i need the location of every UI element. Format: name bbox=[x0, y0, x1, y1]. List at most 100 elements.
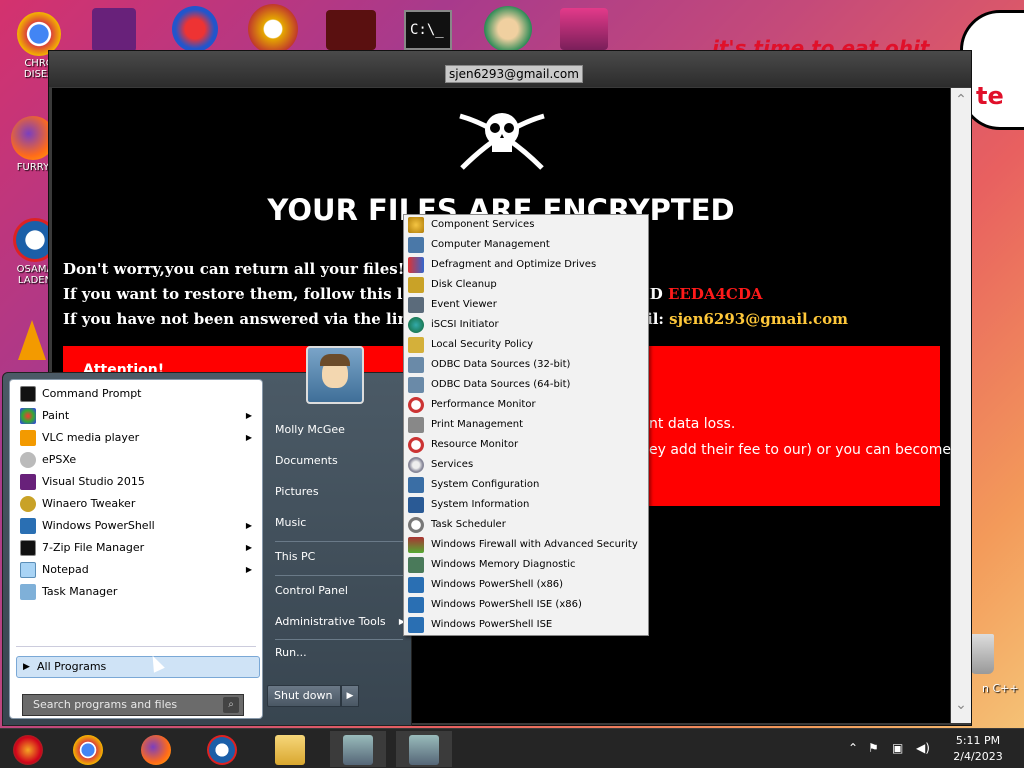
all-programs-button[interactable]: ▶ All Programs bbox=[16, 656, 260, 678]
clock[interactable]: 5:11 PM 2/4/2023 bbox=[948, 733, 1008, 765]
powershell-ise-icon bbox=[408, 597, 424, 613]
services-gear-icon bbox=[408, 457, 424, 473]
app-red-logo-icon[interactable] bbox=[326, 10, 376, 50]
admin-defragment[interactable]: Defragment and Optimize Drives bbox=[406, 255, 646, 275]
program-command-prompt[interactable]: Command Prompt bbox=[14, 383, 260, 405]
command-prompt-icon[interactable]: C:\_ bbox=[404, 10, 452, 50]
app-2-icon[interactable] bbox=[172, 6, 218, 52]
admin-resource-monitor[interactable]: Resource Monitor bbox=[406, 435, 646, 455]
scroll-down-icon[interactable]: ⌄ bbox=[951, 697, 971, 713]
admin-odbc-32[interactable]: ODBC Data Sources (32-bit) bbox=[406, 355, 646, 375]
window-titlebar[interactable]: sjen6293@gmail.com bbox=[49, 51, 971, 87]
admin-powershell-x86[interactable]: Windows PowerShell (x86) bbox=[406, 575, 646, 595]
link-pictures[interactable]: Pictures bbox=[275, 485, 319, 498]
link-documents[interactable]: Documents bbox=[275, 454, 338, 467]
submenu-arrow-icon: ▶ bbox=[245, 411, 252, 420]
program-vlc[interactable]: VLC media player ▶ bbox=[14, 427, 260, 449]
program-notepad[interactable]: Notepad ▶ bbox=[14, 559, 260, 581]
action-center-flag-icon[interactable]: ⚑ bbox=[868, 741, 879, 755]
iscsi-icon bbox=[408, 317, 424, 333]
7zip-icon bbox=[20, 540, 36, 556]
admin-system-configuration[interactable]: System Configuration bbox=[406, 475, 646, 495]
vlc-desktop-icon[interactable] bbox=[18, 320, 46, 360]
avatar-hair bbox=[320, 354, 350, 366]
admin-windows-firewall[interactable]: Windows Firewall with Advanced Security bbox=[406, 535, 646, 555]
taskbar-admin-tools[interactable] bbox=[330, 731, 386, 767]
taskbar-firefox[interactable] bbox=[128, 731, 184, 767]
admin-powershell-ise[interactable]: Windows PowerShell ISE bbox=[406, 615, 646, 635]
program-powershell[interactable]: Windows PowerShell ▶ bbox=[14, 515, 260, 537]
bubble-text-2: te bbox=[976, 82, 1004, 110]
defragment-icon bbox=[408, 257, 424, 273]
network-icon[interactable]: ▣ bbox=[892, 741, 903, 755]
powershell-ise-icon bbox=[408, 617, 424, 633]
recycle-bin-icon[interactable] bbox=[970, 634, 994, 674]
admin-task-scheduler[interactable]: Task Scheduler bbox=[406, 515, 646, 535]
powershell-icon bbox=[20, 518, 36, 534]
link-run[interactable]: Run... bbox=[275, 646, 307, 659]
taskbar-file-explorer[interactable] bbox=[262, 731, 318, 767]
admin-event-viewer[interactable]: Event Viewer bbox=[406, 295, 646, 315]
app-mascot-icon[interactable] bbox=[484, 6, 532, 52]
right-desktop-label: n C++ bbox=[982, 682, 1019, 695]
taskbar-admin-tools-2[interactable] bbox=[396, 731, 452, 767]
app-p-icon[interactable] bbox=[248, 4, 298, 54]
paint-icon bbox=[20, 408, 36, 424]
program-paint[interactable]: Paint ▶ bbox=[14, 405, 260, 427]
start-button[interactable] bbox=[0, 731, 56, 767]
event-viewer-icon bbox=[408, 297, 424, 313]
program-visual-studio[interactable]: Visual Studio 2015 bbox=[14, 471, 260, 493]
window-title-email: sjen6293@gmail.com bbox=[445, 65, 583, 83]
visual-studio-icon[interactable] bbox=[92, 8, 136, 52]
search-icon[interactable]: ⌕ bbox=[223, 697, 239, 713]
contact-email[interactable]: sjen6293@gmail.com bbox=[669, 310, 848, 328]
shutdown-button[interactable]: Shut down bbox=[267, 685, 341, 707]
admin-powershell-ise-x86[interactable]: Windows PowerShell ISE (x86) bbox=[406, 595, 646, 615]
program-7zip[interactable]: 7-Zip File Manager ▶ bbox=[14, 537, 260, 559]
submenu-arrow-icon: ▶ bbox=[245, 433, 252, 442]
skull-crossbones-icon bbox=[459, 113, 545, 170]
window-scrollbar[interactable]: ⌃ ⌄ bbox=[951, 88, 971, 723]
admin-disk-cleanup[interactable]: Disk Cleanup bbox=[406, 275, 646, 295]
program-task-manager[interactable]: Task Manager bbox=[14, 581, 260, 603]
odbc-icon bbox=[408, 377, 424, 393]
link-user[interactable]: Molly McGee bbox=[275, 423, 345, 436]
scroll-up-icon[interactable]: ⌃ bbox=[951, 92, 971, 108]
link-administrative-tools[interactable]: Administrative Tools ▶ bbox=[275, 615, 405, 628]
app-video-icon[interactable] bbox=[560, 8, 608, 50]
admin-performance-monitor[interactable]: Performance Monitor bbox=[406, 395, 646, 415]
shutdown-options-button[interactable]: ▶ bbox=[341, 685, 359, 707]
link-music[interactable]: Music bbox=[275, 516, 306, 529]
show-hidden-icons-icon[interactable]: ⌃ bbox=[848, 741, 858, 755]
admin-print-management[interactable]: Print Management bbox=[406, 415, 646, 435]
taskbar-chrome[interactable] bbox=[60, 731, 116, 767]
link-control-panel[interactable]: Control Panel bbox=[275, 584, 348, 597]
admin-tools-icon bbox=[409, 735, 439, 765]
task-manager-icon bbox=[20, 584, 36, 600]
ransom-line-1: Don't worry,you can return all your file… bbox=[63, 260, 405, 278]
notepad-icon bbox=[20, 562, 36, 578]
admin-system-information[interactable]: System Information bbox=[406, 495, 646, 515]
link-this-pc[interactable]: This PC bbox=[275, 550, 315, 563]
admin-memory-diagnostic[interactable]: Windows Memory Diagnostic bbox=[406, 555, 646, 575]
folder-icon bbox=[275, 735, 305, 765]
program-epsxe[interactable]: ePSXe bbox=[14, 449, 260, 471]
firewall-icon bbox=[408, 537, 424, 553]
admin-iscsi[interactable]: iSCSI Initiator bbox=[406, 315, 646, 335]
performance-monitor-icon bbox=[408, 397, 424, 413]
links-divider bbox=[275, 575, 403, 576]
admin-local-security[interactable]: Local Security Policy bbox=[406, 335, 646, 355]
volume-icon[interactable]: ◀) bbox=[916, 741, 930, 755]
user-avatar[interactable] bbox=[306, 346, 364, 404]
search-input[interactable]: Search programs and files ⌕ bbox=[22, 694, 244, 716]
admin-odbc-64[interactable]: ODBC Data Sources (64-bit) bbox=[406, 375, 646, 395]
programs-divider bbox=[16, 646, 256, 647]
admin-computer-management[interactable]: Computer Management bbox=[406, 235, 646, 255]
program-winaero[interactable]: Winaero Tweaker bbox=[14, 493, 260, 515]
line3-email-group: il: sjen6293@gmail.com bbox=[647, 310, 848, 328]
attention-line-2: ey add their fee to our) or you can beco… bbox=[649, 442, 951, 458]
taskbar-obama[interactable] bbox=[194, 731, 250, 767]
admin-component-services[interactable]: Component Services bbox=[406, 215, 646, 235]
admin-tools-icon bbox=[343, 735, 373, 765]
admin-services[interactable]: Services bbox=[406, 455, 646, 475]
